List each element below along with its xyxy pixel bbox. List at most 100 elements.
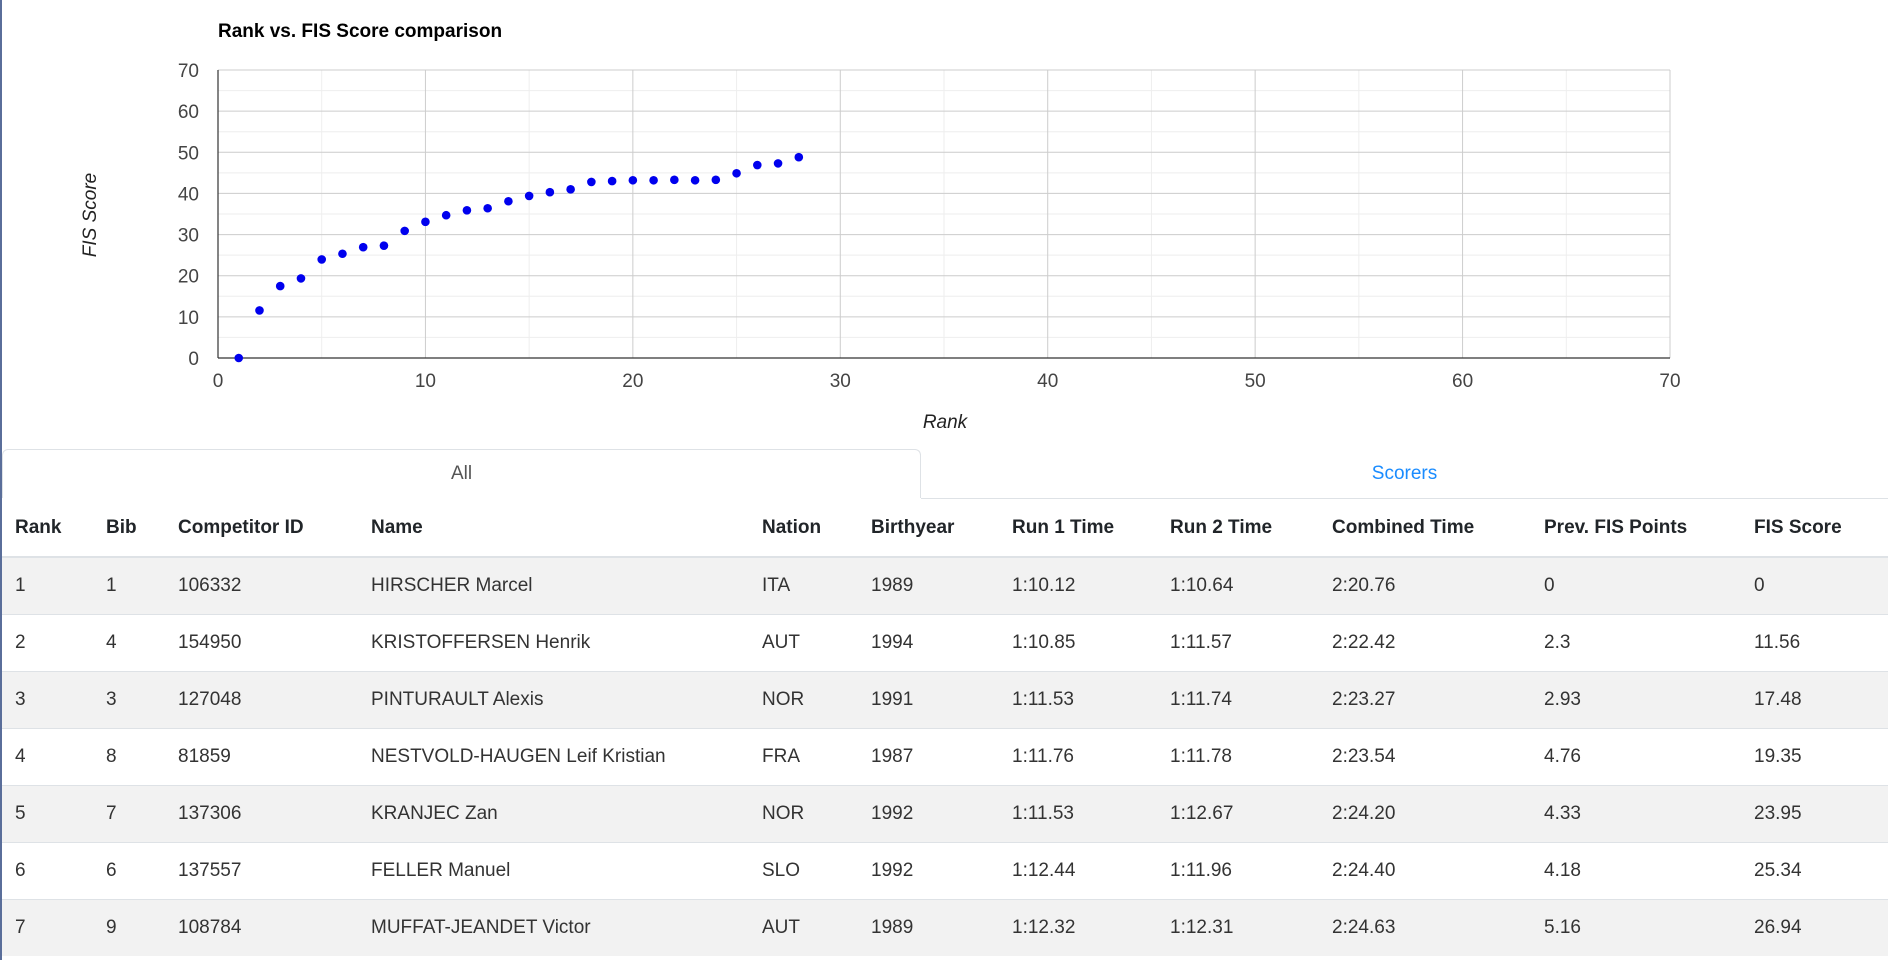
data-point [566, 185, 575, 194]
data-point [400, 226, 409, 236]
chart-title: Rank vs. FIS Score comparison [218, 21, 502, 42]
x-tick-label: 0 [213, 371, 224, 392]
table-cell: 137557 [165, 842, 358, 900]
y-tick-label: 30 [178, 226, 199, 247]
data-point [275, 281, 285, 291]
data-point [753, 160, 762, 170]
table-cell: 6 [93, 842, 165, 900]
data-point [711, 175, 721, 185]
data-point [379, 241, 389, 250]
table-cell: 7 [2, 899, 93, 956]
table-cell: 23.95 [1741, 785, 1888, 843]
data-point [628, 175, 638, 185]
table-cell: 1992 [858, 842, 999, 900]
table-cell: 2:22.42 [1319, 614, 1531, 672]
data-point [649, 175, 658, 185]
table-cell: 26.94 [1741, 899, 1888, 956]
table-cell: 1:10.64 [1157, 556, 1319, 615]
table-cell: ITA [749, 556, 858, 615]
column-header[interactable]: Rank [2, 499, 93, 558]
table-cell: 1:12.31 [1157, 899, 1319, 956]
table-cell: 108784 [165, 899, 358, 956]
table-cell: 1:11.96 [1157, 842, 1319, 900]
data-point [524, 191, 534, 201]
table-cell: 11.56 [1741, 614, 1888, 672]
table-cell: 1:11.78 [1157, 728, 1319, 786]
tab-scorers[interactable]: Scorers [921, 449, 1888, 498]
y-tick-label: 70 [178, 61, 199, 82]
table-cell: 1991 [858, 671, 999, 729]
table-cell: 106332 [165, 556, 358, 615]
column-header[interactable]: Competitor ID [165, 499, 358, 558]
data-point [670, 175, 679, 185]
column-header[interactable]: Run 2 Time [1157, 499, 1319, 558]
table-cell: 1989 [858, 556, 999, 615]
chart-points [234, 152, 804, 363]
x-tick-label: 10 [415, 371, 436, 392]
table-cell: SLO [749, 842, 858, 900]
table-cell: NOR [749, 671, 858, 729]
column-header[interactable]: Birthyear [858, 499, 999, 558]
table-row: 5 7 137306 KRANJEC Zan NOR 1992 1:11.53 1:12.67… [2, 785, 1888, 843]
table-cell: 19.35 [1741, 728, 1888, 786]
tab-bar: All Scorers [0, 449, 1888, 499]
table-row: 7 9 108784 MUFFAT-JEANDET Victor AUT 1989 1:12… [2, 899, 1888, 956]
table-cell: 4 [2, 728, 93, 786]
table-cell: NOR [749, 785, 858, 843]
table-body: 1 1 106332 HIRSCHER Marcel ITA 1989 1:10.12 1:1… [2, 556, 1888, 956]
data-point [358, 242, 368, 252]
data-point [421, 217, 430, 227]
column-header[interactable]: Prev. FIS Points [1531, 499, 1741, 558]
column-header[interactable]: FIS Score [1741, 499, 1888, 558]
data-point [607, 176, 617, 186]
table-cell: 7 [93, 785, 165, 843]
data-point [441, 210, 451, 220]
data-point [504, 196, 513, 206]
table-cell: 2 [2, 614, 93, 672]
table-cell: 2:24.20 [1319, 785, 1531, 843]
table-cell: 1989 [858, 899, 999, 956]
column-header[interactable]: Combined Time [1319, 499, 1531, 558]
column-header[interactable]: Run 1 Time [999, 499, 1157, 558]
table-cell: 1:11.74 [1157, 671, 1319, 729]
scatter-chart: 0 10 20 30 40 50 60 70 0 10 20 30 40 50 60 70 Rank vs.… [80, 21, 1681, 433]
table-cell: 1:11.76 [999, 728, 1157, 786]
tab-all[interactable]: All [2, 449, 921, 498]
table-cell: 1:12.67 [1157, 785, 1319, 843]
table-row: 4 8 81859 NESTVOLD-HAUGEN Leif Kristian FRA 1… [2, 728, 1888, 786]
x-tick-label: 20 [622, 371, 643, 392]
y-tick-label: 60 [178, 102, 199, 123]
table-cell: 2:23.54 [1319, 728, 1531, 786]
data-point [587, 177, 596, 187]
x-axis-label: Rank [923, 412, 969, 433]
column-header[interactable]: Name [358, 499, 749, 558]
x-tick-label: 30 [830, 371, 851, 392]
data-point [483, 203, 492, 213]
table-cell: 0 [1741, 556, 1888, 615]
data-point [690, 175, 700, 185]
table-cell: 154950 [165, 614, 358, 672]
table-cell: 0 [1531, 556, 1741, 615]
table-cell: 1987 [858, 728, 999, 786]
table-cell: HIRSCHER Marcel [358, 556, 749, 615]
chart-minor-grid [218, 70, 1670, 358]
column-header[interactable]: Nation [749, 499, 858, 558]
table-row: 6 6 137557 FELLER Manuel SLO 1992 1:12.44 1:11.… [2, 842, 1888, 900]
table-cell: PINTURAULT Alexis [358, 671, 749, 729]
data-point [462, 205, 472, 215]
x-tick-labels: 0 10 20 30 40 50 60 70 [213, 371, 1681, 392]
table-cell: FRA [749, 728, 858, 786]
column-header[interactable]: Bib [93, 499, 165, 558]
table-row: 2 4 154950 KRISTOFFERSEN Henrik AUT 1994 1:10.… [2, 614, 1888, 672]
table-cell: 6 [2, 842, 93, 900]
table-row: 3 3 127048 PINTURAULT Alexis NOR 1991 1:11.53 1… [2, 671, 1888, 729]
data-point [545, 187, 555, 197]
table-cell: 4 [93, 614, 165, 672]
y-tick-labels: 0 10 20 30 40 50 60 70 [178, 61, 199, 370]
table-header-row: Rank Bib Competitor ID Name Nation Birthyear R… [2, 499, 1888, 558]
data-point [234, 353, 244, 363]
table-cell: 4.76 [1531, 728, 1741, 786]
y-tick-label: 20 [178, 267, 199, 288]
table-cell: FELLER Manuel [358, 842, 749, 900]
table-cell: 3 [2, 671, 93, 729]
